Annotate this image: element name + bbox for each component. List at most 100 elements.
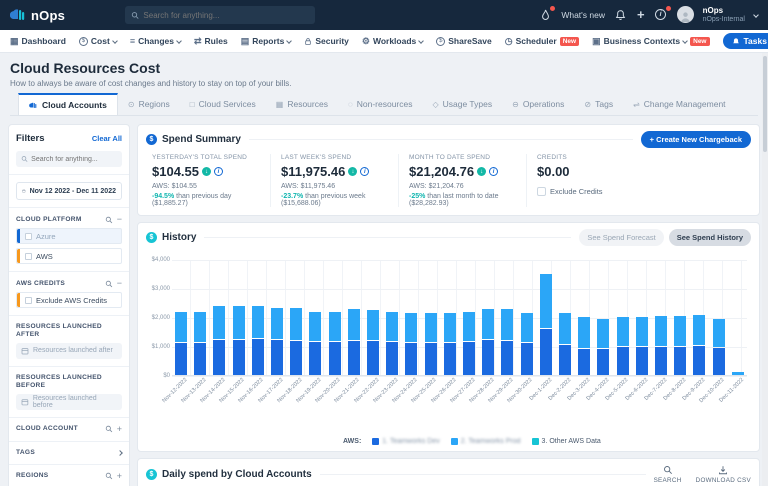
user-avatar[interactable]	[677, 6, 694, 23]
legend-item[interactable]: 2. Teamworks Prod	[451, 438, 521, 445]
bar-Nov-26-2022[interactable]: Nov-26-2022	[444, 260, 456, 375]
section-search-icon[interactable]	[105, 425, 113, 433]
chevron-down-icon[interactable]	[753, 12, 759, 18]
bar-Nov-21-2022[interactable]: Nov-21-2022	[348, 260, 360, 375]
sidebar-section-cloud-account[interactable]: CLOUD ACCOUNT+	[16, 425, 122, 434]
date-range-picker[interactable]: Nov 12 2022 - Dec 11 2022	[16, 182, 122, 200]
bar-Dec-8-2022[interactable]: Dec-8-2022	[674, 260, 686, 375]
expand-icon[interactable]: +	[117, 472, 122, 481]
bar-Nov-22-2022[interactable]: Nov-22-2022	[367, 260, 379, 375]
bar-Nov-18-2022[interactable]: Nov-18-2022	[290, 260, 302, 375]
nav-item-cost[interactable]: $Cost	[79, 36, 117, 46]
download-csv-button[interactable]: DOWNLOAD CSV	[696, 465, 751, 484]
sidebar-section-tags[interactable]: TAGS	[16, 449, 122, 457]
bar-Dec-10-2022[interactable]: Dec-10-2022	[713, 260, 725, 375]
info-icon[interactable]: i	[214, 167, 223, 176]
nav-item-sharesave[interactable]: $ShareSave	[436, 36, 491, 46]
nav-item-scheduler[interactable]: ◷SchedulerNew	[505, 36, 579, 46]
legend-item[interactable]: 1. Teamworks Dev	[372, 438, 439, 445]
bar-Dec-1-2022[interactable]: Dec-1-2022	[540, 260, 552, 375]
bar-Nov-29-2022[interactable]: Nov-29-2022	[501, 260, 513, 375]
user-info[interactable]: nOps nOps-Internal	[703, 6, 745, 23]
bar-Nov-25-2022[interactable]: Nov-25-2022	[425, 260, 437, 375]
launched-before-input[interactable]: Resources launched before	[16, 394, 122, 410]
bar-Nov-20-2022[interactable]: Nov-20-2022	[329, 260, 341, 375]
collapse-icon[interactable]: −	[117, 279, 122, 288]
stat-yesterday-s-total-spend: YESTERDAY'S TOTAL SPEND$104.55↓iAWS: $10…	[142, 154, 270, 207]
bar-Nov-14-2022[interactable]: Nov-14-2022	[213, 260, 225, 375]
section-search-icon[interactable]	[105, 472, 113, 480]
bar-Dec-5-2022[interactable]: Dec-5-2022	[617, 260, 629, 375]
tab-resources[interactable]: ▦Resources	[266, 93, 338, 115]
bar-Nov-17-2022[interactable]: Nov-17-2022	[271, 260, 283, 375]
tab-change-management[interactable]: ⇌Change Management	[623, 93, 735, 115]
page-scrollbar[interactable]	[762, 53, 768, 486]
tab-operations[interactable]: ⊖Operations	[502, 93, 574, 115]
bar-Nov-28-2022[interactable]: Nov-28-2022	[482, 260, 494, 375]
bar-Dec-7-2022[interactable]: Dec-7-2022	[655, 260, 667, 375]
see-spend-history-button[interactable]: See Spend History	[669, 229, 751, 246]
tasks-button[interactable]: Tasks	[723, 33, 768, 49]
filter-option-azure[interactable]: Azure	[16, 228, 122, 244]
filter-search-input[interactable]	[31, 156, 117, 163]
nav-item-changes[interactable]: ≡Changes	[130, 36, 181, 46]
filter-search[interactable]	[16, 151, 122, 167]
legend-item[interactable]: 3. Other AWS Data	[532, 438, 601, 445]
clear-all-link[interactable]: Clear All	[92, 134, 122, 143]
see-spend-forecast-button[interactable]: See Spend Forecast	[579, 229, 663, 246]
bar-Nov-13-2022[interactable]: Nov-13-2022	[194, 260, 206, 375]
nav-item-workloads[interactable]: ⚙Workloads	[362, 36, 423, 46]
nav-item-rules[interactable]: ⇄Rules	[194, 36, 228, 46]
nav-item-security[interactable]: Security	[304, 36, 349, 46]
bar-Nov-15-2022[interactable]: Nov-15-2022	[233, 260, 245, 375]
bar-Dec-3-2022[interactable]: Dec-3-2022	[578, 260, 590, 375]
bar-Dec-11-2022[interactable]: Dec-11-2022	[732, 260, 744, 375]
chevron-right-icon[interactable]	[117, 450, 123, 456]
bar-Nov-23-2022[interactable]: Nov-23-2022	[386, 260, 398, 375]
global-search-input[interactable]	[143, 11, 309, 20]
tab-usage-types[interactable]: ◇Usage Types	[422, 93, 502, 115]
bar-Dec-4-2022[interactable]: Dec-4-2022	[597, 260, 609, 375]
filter-option-aws[interactable]: AWS	[16, 248, 122, 264]
checkbox[interactable]	[25, 297, 32, 304]
bar-Dec-6-2022[interactable]: Dec-6-2022	[636, 260, 648, 375]
tab-non-resources[interactable]: ◌Non-resources	[338, 93, 423, 115]
bar-Nov-12-2022[interactable]: Nov-12-2022	[175, 260, 187, 375]
filter-option-exclude-aws-credits[interactable]: Exclude AWS Credits	[16, 292, 122, 308]
sidebar-section-regions[interactable]: REGIONS+	[16, 472, 122, 481]
bar-Dec-9-2022[interactable]: Dec-9-2022	[693, 260, 705, 375]
whats-new-label[interactable]: What's new	[561, 10, 605, 20]
bar-Nov-16-2022[interactable]: Nov-16-2022	[252, 260, 264, 375]
section-search-icon[interactable]	[105, 280, 113, 288]
checkbox[interactable]	[25, 253, 32, 260]
collapse-icon[interactable]: −	[117, 215, 122, 224]
exclude-credits-checkbox[interactable]: Exclude Credits	[537, 187, 644, 196]
whats-new-icon[interactable]	[538, 8, 552, 22]
bar-Dec-2-2022[interactable]: Dec-2-2022	[559, 260, 571, 375]
section-search-icon[interactable]	[105, 216, 113, 224]
info-icon[interactable]: i	[360, 167, 369, 176]
bar-Nov-27-2022[interactable]: Nov-27-2022	[463, 260, 475, 375]
nav-item-dashboard[interactable]: ▦Dashboard	[10, 36, 66, 46]
nav-item-reports[interactable]: ▤Reports	[241, 36, 292, 46]
bar-Nov-24-2022[interactable]: Nov-24-2022	[405, 260, 417, 375]
table-search-button[interactable]: SEARCH	[654, 465, 682, 484]
nav-item-business-contexts[interactable]: ▣Business ContextsNew	[592, 36, 709, 46]
bar-Nov-19-2022[interactable]: Nov-19-2022	[309, 260, 321, 375]
tab-cloud-accounts[interactable]: Cloud Accounts	[18, 93, 118, 115]
scrollbar-thumb[interactable]	[763, 56, 767, 152]
bar-Nov-30-2022[interactable]: Nov-30-2022	[521, 260, 533, 375]
add-icon[interactable]: +	[637, 8, 645, 21]
tab-cloud-services[interactable]: □Cloud Services	[180, 93, 266, 115]
launched-after-input[interactable]: Resources launched after	[16, 343, 122, 359]
info-icon[interactable]: i	[654, 8, 668, 22]
create-chargeback-button[interactable]: + Create New Chargeback	[641, 131, 751, 148]
bell-icon[interactable]	[614, 8, 628, 22]
global-search[interactable]	[125, 6, 315, 24]
tab-regions[interactable]: ⊙Regions	[118, 93, 180, 115]
tab-tags[interactable]: ⊘Tags	[574, 93, 623, 115]
checkbox[interactable]	[25, 233, 32, 240]
expand-icon[interactable]: +	[117, 425, 122, 434]
info-icon[interactable]: i	[489, 167, 498, 176]
nops-logo[interactable]: nOps	[10, 8, 65, 23]
